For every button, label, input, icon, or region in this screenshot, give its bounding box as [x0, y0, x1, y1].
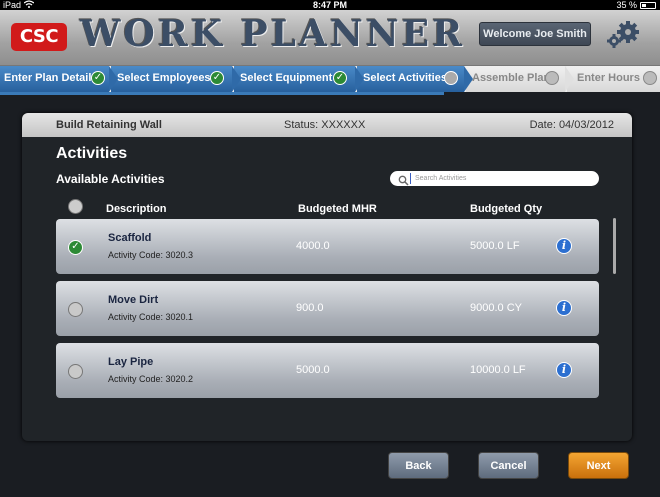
step-label: Enter Hours — [577, 72, 640, 84]
status-bar: iPad 8:47 PM 35 % — [0, 0, 660, 10]
step-enter-hours[interactable]: Enter Hours — [567, 66, 660, 92]
step-arrow — [232, 66, 241, 92]
step-enter-plan-detail[interactable]: Enter Plan Detail ✓ — [0, 66, 118, 92]
gear-icon[interactable] — [604, 19, 644, 49]
step-label: Assemble Plan — [472, 72, 551, 84]
search-icon — [398, 173, 409, 186]
info-icon[interactable]: i — [556, 238, 572, 254]
step-status-circle — [545, 71, 559, 85]
clock: 8:47 PM — [312, 0, 347, 10]
step-select-employees[interactable]: Select Employees ✓ — [111, 66, 241, 92]
step-label: Enter Plan Detail — [4, 72, 92, 84]
selected-check-icon[interactable]: ✓ — [68, 240, 83, 255]
step-label: Select Equipment — [240, 72, 333, 84]
step-status-circle — [444, 71, 458, 85]
step-arrow — [565, 66, 574, 92]
unselected-radio[interactable] — [68, 364, 83, 379]
activities-panel: Build Retaining Wall Status: XXXXXX Date… — [22, 113, 632, 441]
step-arrow — [109, 66, 118, 92]
cancel-button[interactable]: Cancel — [478, 452, 539, 479]
check-icon: ✓ — [210, 71, 224, 85]
available-activities-label: Available Activities — [56, 172, 165, 186]
app-title: WORK PLANNER — [80, 13, 466, 55]
activity-row[interactable]: Move Dirt Activity Code: 3020.1 900.0 90… — [56, 281, 599, 336]
info-icon[interactable]: i — [556, 300, 572, 316]
plan-date: Date: 04/03/2012 — [529, 119, 614, 131]
step-select-activities[interactable]: Select Activities — [357, 66, 473, 92]
next-button[interactable]: Next — [568, 452, 629, 479]
activity-qty: 5000.0 LF — [470, 240, 520, 252]
step-label: Select Employees — [117, 72, 211, 84]
csc-logo: CSC — [11, 23, 67, 51]
unselected-radio[interactable] — [68, 302, 83, 317]
battery-percent: 35 % — [616, 0, 637, 10]
step-label: Select Activities — [363, 72, 447, 84]
activity-mhr: 5000.0 — [296, 364, 330, 376]
activities-heading: Activities — [56, 145, 128, 162]
activity-mhr: 900.0 — [296, 302, 324, 314]
activity-description: Scaffold — [108, 232, 152, 244]
check-icon: ✓ — [91, 71, 105, 85]
activity-code: Activity Code: 3020.2 — [108, 374, 194, 384]
back-button[interactable]: Back — [388, 452, 449, 479]
column-header-budgeted-qty: Budgeted Qty — [470, 203, 543, 215]
step-arrow — [464, 66, 473, 92]
step-arrow — [355, 66, 364, 92]
search-activities-input[interactable]: Search Activities — [390, 171, 599, 186]
app-header: CSC WORK PLANNER Welcome Joe Smith — [0, 10, 660, 66]
activity-description: Move Dirt — [108, 294, 159, 306]
activity-qty: 9000.0 CY — [470, 302, 522, 314]
column-header-budgeted-mhr: Budgeted MHR — [298, 203, 377, 215]
activity-row[interactable]: Lay Pipe Activity Code: 3020.2 5000.0 10… — [56, 343, 599, 398]
plan-info-bar: Build Retaining Wall Status: XXXXXX Date… — [22, 113, 632, 137]
info-icon[interactable]: i — [556, 362, 572, 378]
check-icon: ✓ — [333, 71, 347, 85]
activity-qty: 10000.0 LF — [470, 364, 526, 376]
status-bar-right: 35 % — [616, 0, 656, 10]
search-placeholder: Search Activities — [415, 175, 467, 182]
list-scrollbar[interactable] — [613, 218, 616, 274]
step-wizard: Enter Plan Detail ✓ Select Employees ✓ S… — [0, 66, 660, 92]
step-status-circle — [643, 71, 657, 85]
plan-name: Build Retaining Wall — [56, 119, 162, 131]
welcome-user-button[interactable]: Welcome Joe Smith — [479, 22, 591, 46]
plan-status: Status: XXXXXX — [284, 119, 366, 131]
activity-description: Lay Pipe — [108, 356, 154, 368]
column-header-description: Description — [106, 203, 167, 215]
battery-icon — [640, 1, 656, 9]
activity-code: Activity Code: 3020.3 — [108, 250, 194, 260]
progress-underline — [0, 92, 444, 95]
activity-row[interactable]: ✓ Scaffold Activity Code: 3020.3 4000.0 … — [56, 219, 599, 274]
activity-code: Activity Code: 3020.1 — [108, 312, 194, 322]
select-all-radio[interactable] — [68, 199, 83, 214]
step-assemble-plan[interactable]: Assemble Plan — [466, 66, 574, 92]
step-select-equipment[interactable]: Select Equipment ✓ — [234, 66, 364, 92]
text-cursor — [410, 173, 411, 184]
activity-mhr: 4000.0 — [296, 240, 330, 252]
